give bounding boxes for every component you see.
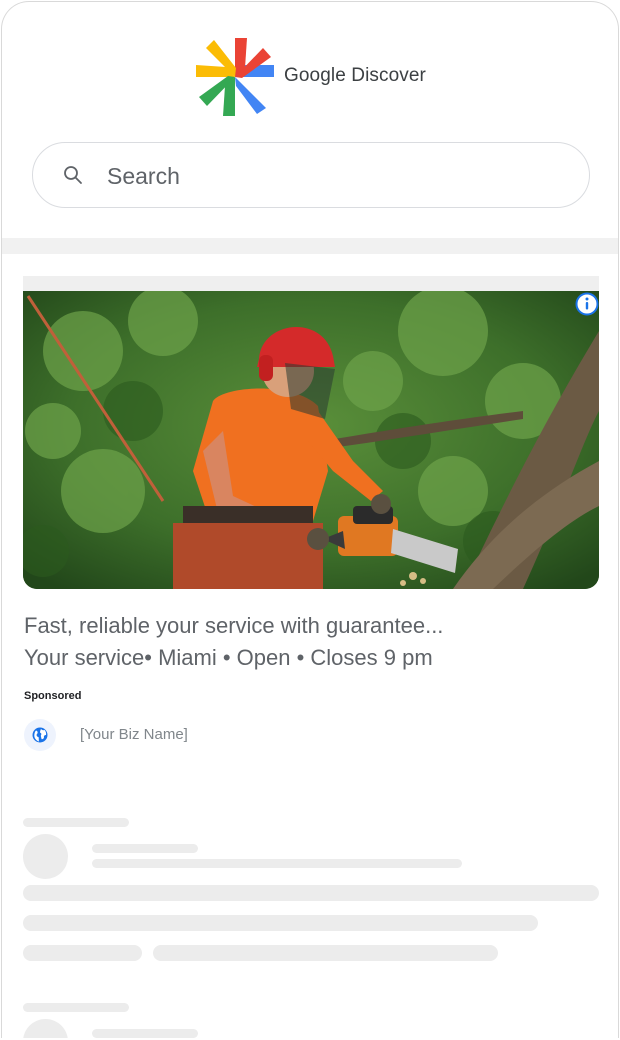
- search-icon[interactable]: [63, 165, 83, 185]
- ad-details: Your service• Miami • Open • Closes 9 pm: [24, 645, 433, 670]
- logo-text: Google Discover: [284, 65, 426, 86]
- ad-image[interactable]: [23, 291, 599, 589]
- skeleton-line: [23, 1003, 129, 1012]
- skeleton-line: [92, 844, 198, 853]
- search-bar[interactable]: [32, 142, 590, 209]
- skeleton-line: [23, 885, 599, 901]
- business-logo: [24, 719, 56, 751]
- skeleton-line: [23, 818, 129, 827]
- google-discover-asterisk-icon: [196, 38, 274, 116]
- sponsored-label: Sponsored: [24, 690, 82, 702]
- skeleton-line: [153, 945, 498, 961]
- header: Google Discover: [2, 38, 618, 116]
- phone-frame: Google Discover Search Fast, reliable yo…: [1, 1, 619, 1038]
- globe-icon: [32, 727, 48, 743]
- skeleton-line: [23, 945, 142, 961]
- info-icon[interactable]: [575, 292, 599, 316]
- skeleton-line: [92, 859, 462, 868]
- skeleton-avatar: [23, 834, 68, 879]
- ad-headline[interactable]: Fast, reliable your service with guarant…: [24, 613, 443, 639]
- section-divider: [2, 238, 618, 254]
- skeleton-avatar: [23, 1019, 68, 1038]
- skeleton-line: [23, 915, 538, 931]
- skeleton-line: [92, 1029, 198, 1038]
- image-top-strip: [23, 276, 599, 292]
- search-input[interactable]: [105, 143, 529, 209]
- business-name[interactable]: [Your Biz Name]: [80, 726, 188, 743]
